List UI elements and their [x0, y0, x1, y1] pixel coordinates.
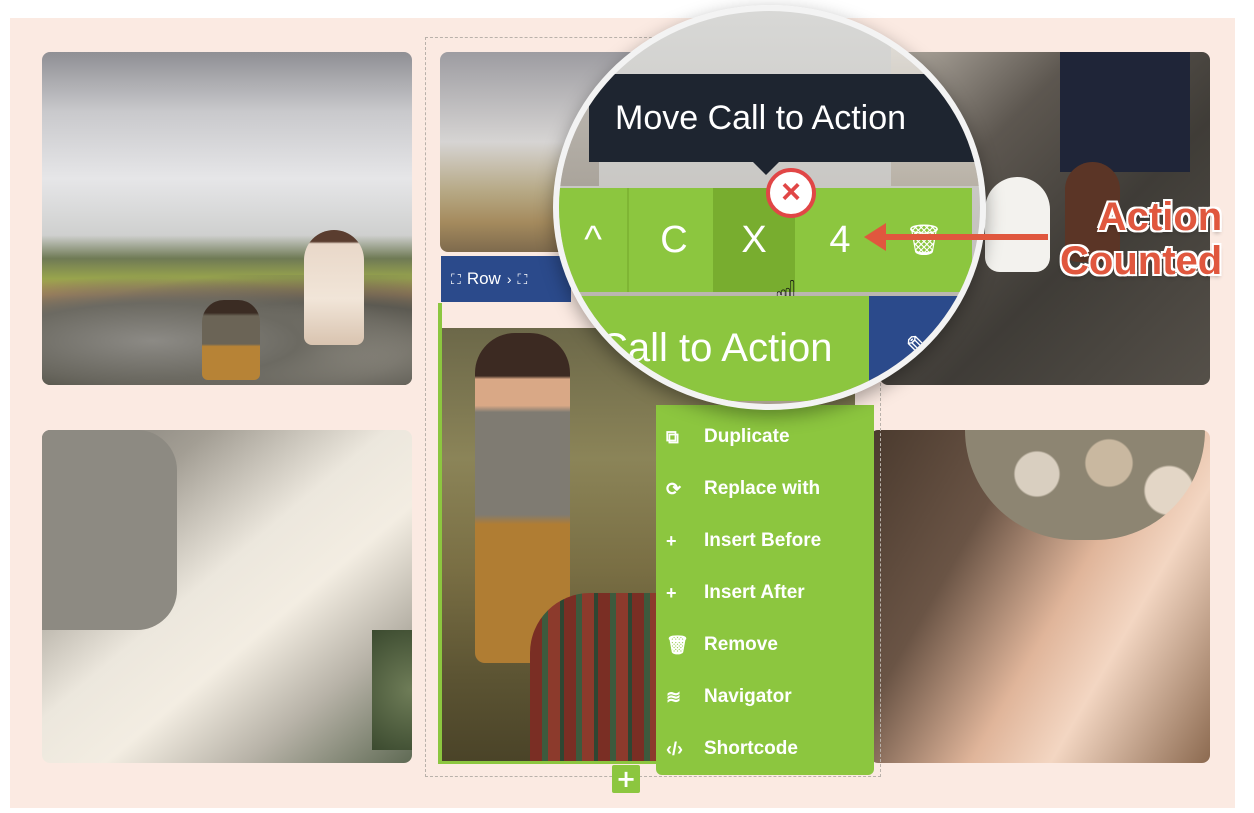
- tooltip: Move Call to Action: [589, 74, 980, 162]
- move-up-button[interactable]: ^: [559, 188, 629, 292]
- bouquet: [372, 630, 412, 750]
- code-icon: ‹/›: [666, 738, 683, 759]
- layers-icon: ≋: [666, 686, 682, 707]
- annotation-line-2: Counted: [1060, 239, 1223, 283]
- bride-figure: [304, 230, 364, 345]
- selection-border-left: [438, 303, 442, 764]
- menu-item-insert-before[interactable]: + Insert Before: [656, 515, 874, 567]
- trash-icon[interactable]: 🗑: [889, 188, 959, 292]
- row-label: Row: [466, 269, 501, 288]
- pants: [1060, 52, 1190, 172]
- gallery-photo-flower-crown[interactable]: [870, 430, 1210, 763]
- menu-item-insert-after[interactable]: + Insert After: [656, 567, 874, 619]
- gallery-photo-embrace[interactable]: [42, 430, 412, 763]
- gallery-photo-couple-cliff[interactable]: [42, 52, 412, 385]
- plus-icon: +: [666, 530, 677, 551]
- menu-item-shortcode[interactable]: ‹/› Shortcode: [656, 723, 874, 775]
- menu-item-label: Replace with: [704, 478, 821, 499]
- menu-item-label: Duplicate: [704, 426, 790, 447]
- trash-icon: 🗑: [666, 634, 689, 655]
- close-icon[interactable]: ×: [766, 168, 816, 218]
- magnifier-callout: Move Call to Action ^ C X 4 🗑 × ☝ Call t…: [553, 5, 986, 410]
- sweater-arm: [42, 430, 177, 630]
- annotation-arrow: [870, 234, 1048, 240]
- white-sneaker: [985, 177, 1050, 272]
- row-handle[interactable]: ⛶ Row › ⛶: [441, 256, 571, 302]
- duplicate-icon: ⧉: [666, 426, 679, 447]
- menu-item-remove[interactable]: 🗑 Remove: [656, 619, 874, 671]
- pencil-icon[interactable]: ✎: [869, 296, 969, 401]
- plus-icon: +: [666, 582, 677, 603]
- menu-item-label: Insert After: [704, 582, 805, 603]
- replace-icon: ⟳: [666, 478, 682, 499]
- copy-button[interactable]: C: [639, 188, 709, 292]
- menu-item-label: Shortcode: [704, 738, 798, 759]
- chevron-right-icon: ›: [506, 271, 512, 287]
- expand-icon: ⛶: [451, 270, 461, 287]
- element-toolbar: ^ C X 4 🗑: [559, 188, 972, 292]
- annotation-line-1: Action: [1097, 195, 1223, 239]
- menu-item-duplicate[interactable]: ⧉ Duplicate: [656, 411, 874, 463]
- context-menu: ⧉ Duplicate ⟳ Replace with + Insert Befo…: [656, 405, 874, 775]
- element-label-bar[interactable]: Call to Action: [559, 296, 869, 401]
- menu-item-replace[interactable]: ⟳ Replace with: [656, 463, 874, 515]
- annotation-label: Action Counted: [1060, 195, 1222, 283]
- menu-item-label: Navigator: [704, 686, 792, 707]
- expand-icon: ⛶: [517, 270, 528, 287]
- add-element-button[interactable]: +: [612, 765, 640, 793]
- groom-figure: [202, 300, 260, 380]
- menu-item-navigator[interactable]: ≋ Navigator: [656, 671, 874, 723]
- menu-item-label: Remove: [704, 634, 778, 655]
- menu-item-label: Insert Before: [704, 530, 822, 551]
- flower-crown: [965, 430, 1205, 540]
- element-label: Call to Action: [599, 326, 833, 370]
